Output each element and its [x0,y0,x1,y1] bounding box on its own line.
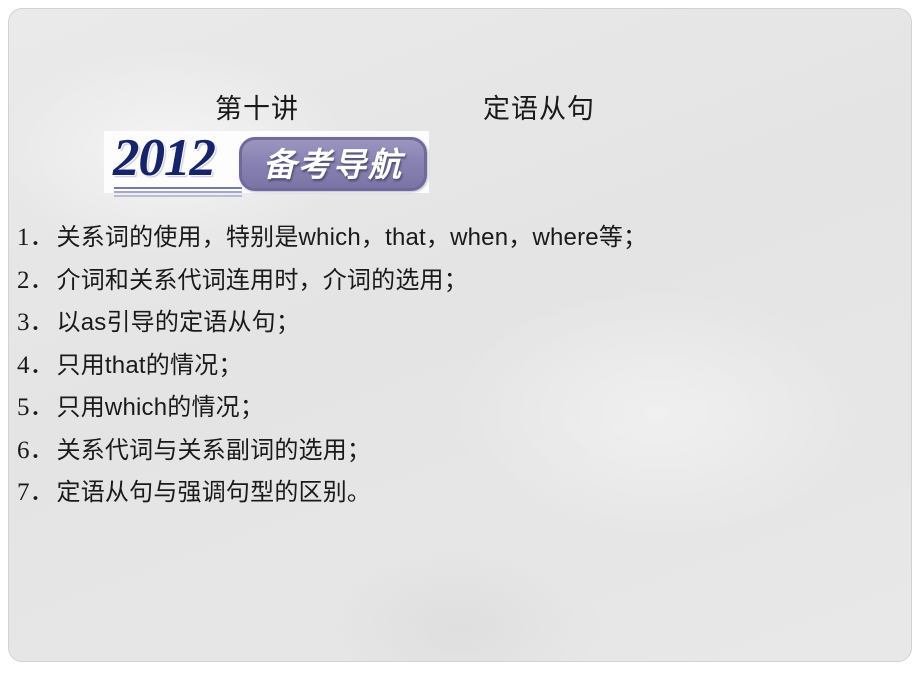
list-item: 7． 定语从句与强调句型的区别。 [9,472,899,515]
list-item: 6． 关系代词与关系副词的选用； [9,430,899,473]
logo-underline-decor [114,187,242,199]
list-item-label: 定语从句与强调句型的区别。 [56,479,372,506]
list-item-number: 5． [17,394,55,421]
slide-title-row: 第十讲 定语从句 [9,87,911,131]
objective-list: 1． 关系词的使用，特别是which，that，when，where等； 2． … [9,217,899,515]
list-item-number: 1． [17,224,55,251]
list-item-number: 4． [17,351,55,379]
logo-year-text: 2012 [113,129,216,187]
list-item-label: 只用that的情况； [56,351,243,379]
logo-badge: 备考导航 [239,137,427,191]
page-title: 第十讲 [215,93,299,124]
logo-badge-text: 备考导航 [263,144,403,184]
list-item-label: 以as引导的定语从句； [56,309,301,336]
list-item-label: 介词和关系代词连用时，介词的选用； [56,266,468,294]
list-item-number: 3． [17,309,55,336]
list-item-number: 7． [17,479,55,506]
list-item: 2． 介词和关系代词连用时，介词的选用； [9,260,899,303]
list-item: 3． 以as引导的定语从句； [9,302,899,345]
list-item-number: 6． [17,436,55,464]
list-item: 1． 关系词的使用，特别是which，that，when，where等； [9,217,899,260]
exam-nav-logo: 2012 备考导航 [104,129,429,197]
list-item-label: 关系词的使用，特别是which，that，when，where等； [56,224,648,251]
list-item-label: 关系代词与关系副词的选用； [56,436,372,464]
slide-canvas: 第十讲 定语从句 2012 备考导航 1． 关系词的使用，特别是which，th… [8,8,912,662]
list-item-number: 2． [17,266,55,294]
list-item: 4． 只用that的情况； [9,345,899,388]
list-item: 5． 只用which的情况； [9,387,899,430]
list-item-label: 只用which的情况； [56,394,265,421]
page-subtitle: 定语从句 [483,93,595,124]
logo-inner: 2012 备考导航 [104,129,429,197]
